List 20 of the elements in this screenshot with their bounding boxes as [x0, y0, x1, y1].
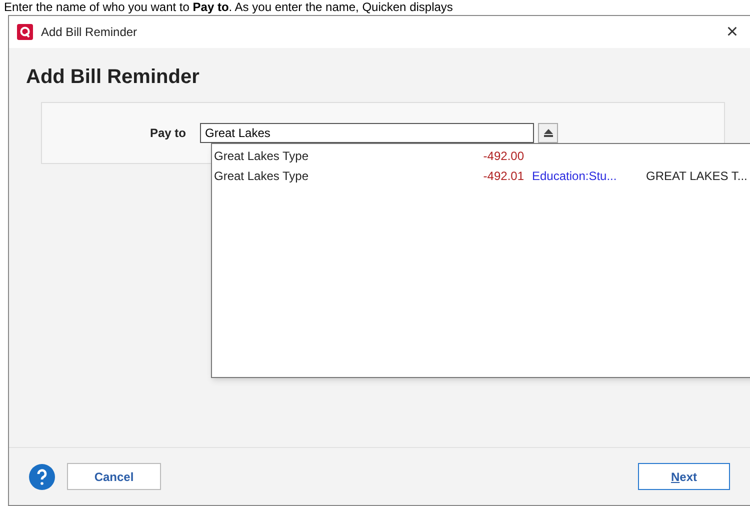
- page-heading: Add Bill Reminder: [26, 66, 200, 88]
- suggestion-row[interactable]: Great Lakes Type -492.00: [212, 146, 750, 166]
- dropdown-button[interactable]: [538, 123, 558, 143]
- memo-text: GREAT LAKES T...: [646, 168, 748, 185]
- caption-text: Enter the name of who you want to Pay to. As you enter the name, Quicken displays: [3, 0, 454, 14]
- amount-text: -492.01: [482, 168, 524, 185]
- close-button[interactable]: ×: [726, 22, 742, 42]
- cancel-button[interactable]: Cancel: [67, 463, 161, 490]
- pay-to-field[interactable]: Great Lakes: [200, 123, 534, 143]
- suggestion-row[interactable]: Great Lakes Type -492.01 Education:Stu... GREAT LAKES T...: [212, 166, 750, 186]
- help-icon[interactable]: [29, 464, 55, 490]
- pay-to-label: Pay to: [148, 125, 187, 142]
- window-title: Add Bill Reminder: [41, 24, 138, 41]
- next-button[interactable]: Next: [638, 463, 730, 490]
- payee-name: Great Lakes Type: [214, 148, 310, 165]
- category-text: Education:Stu...: [532, 168, 618, 185]
- app-logo-icon: [17, 24, 33, 40]
- amount-text: -492.00: [482, 148, 524, 165]
- payee-name: Great Lakes Type: [214, 168, 310, 185]
- eject-icon: [544, 129, 552, 137]
